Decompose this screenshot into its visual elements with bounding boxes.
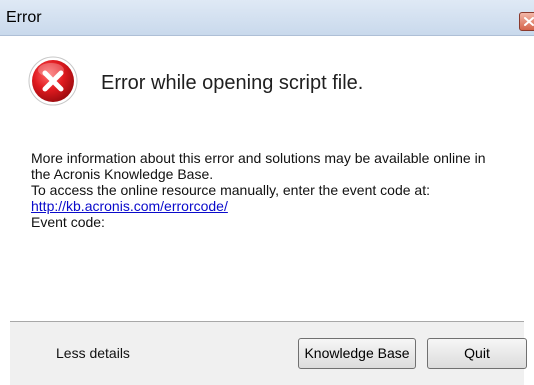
details-line-2: the Acronis Knowledge Base. (31, 166, 214, 182)
window-left-frame (0, 36, 10, 385)
error-dialog: Error Error while opening script file. M… (0, 0, 534, 385)
title-bar[interactable]: Error (0, 0, 534, 36)
close-button[interactable] (519, 12, 534, 31)
quit-button[interactable]: Quit (427, 338, 527, 369)
error-icon (27, 55, 79, 107)
close-x-icon (524, 17, 534, 26)
details-line-1: More information about this error and so… (31, 150, 486, 166)
error-details: More information about this error and so… (31, 150, 521, 230)
window-title: Error (6, 9, 42, 26)
window-right-frame (524, 36, 534, 385)
knowledge-base-link[interactable]: http://kb.acronis.com/errorcode/ (31, 198, 228, 214)
details-line-3: To access the online resource manually, … (31, 182, 430, 198)
knowledge-base-button[interactable]: Knowledge Base (298, 338, 416, 369)
dialog-content: Error while opening script file. More in… (10, 36, 524, 314)
less-details-toggle[interactable]: Less details (56, 345, 130, 361)
dialog-footer: Less details Knowledge Base Quit (10, 322, 527, 385)
error-headline: Error while opening script file. (101, 72, 364, 94)
event-code-label: Event code: (31, 214, 105, 230)
